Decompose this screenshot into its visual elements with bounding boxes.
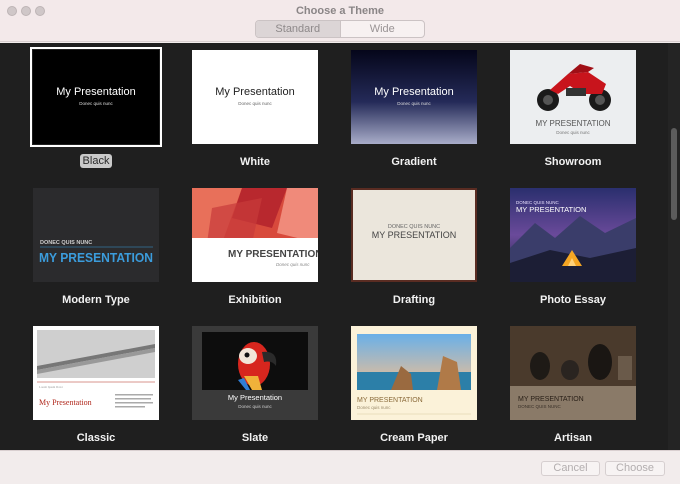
preview-title: MY PRESENTATION [357, 397, 423, 404]
title-bar: Choose a Theme Standard Wide [0, 0, 680, 42]
preview-title: My Presentation [215, 86, 294, 98]
bottom-bar: Cancel Choose [0, 450, 680, 484]
theme-label: Exhibition [228, 294, 282, 306]
scrollbar-thumb[interactable] [671, 128, 677, 220]
preview-subtitle: Donec quis nunc [357, 405, 391, 410]
theme-label: Gradient [391, 156, 437, 168]
theme-thumbnail[interactable]: DONEC QUIS NUNC MY PRESENTATION [510, 188, 636, 282]
preview-title: My Presentation [374, 86, 453, 98]
preview-title: MY PRESENTATION [518, 396, 584, 403]
window-title: Choose a Theme [295, 5, 385, 17]
theme-label: Modern Type [62, 294, 130, 306]
theme-thumbnail[interactable]: MY PRESENTATION Donec quis nunc [510, 50, 636, 144]
theme-thumbnail[interactable]: MY PRESENTATION Donec quis nunc [351, 326, 477, 420]
theme-thumbnail[interactable]: My Presentation Donec quis nunc [351, 50, 477, 144]
segment-standard[interactable]: Standard [256, 21, 341, 37]
preview-subtitle: Donec quis nunc [79, 101, 113, 106]
theme-label: Artisan [554, 432, 592, 444]
theme-grid: My Presentation Donec quis nunc Black My… [0, 43, 668, 450]
theme-thumbnail[interactable]: DONEC QUIS NUNC MY PRESENTATION [33, 188, 159, 282]
preview-subtitle: DONEC QUIS NUNC [518, 404, 562, 409]
theme-label: Slate [241, 432, 269, 444]
theme-label: White [240, 156, 270, 168]
theme-thumbnail[interactable]: MY PRESENTATION DONEC QUIS NUNC [510, 326, 636, 420]
theme-label: Photo Essay [539, 294, 607, 306]
vertical-scrollbar[interactable] [668, 43, 680, 450]
choose-button[interactable]: Choose [605, 461, 665, 476]
theme-thumbnail[interactable]: DONEC QUIS NUNC MY PRESENTATION [351, 188, 477, 282]
theme-label: Cream Paper [380, 432, 448, 444]
theme-label: Black [80, 154, 112, 168]
theme-thumbnail[interactable]: My Presentation Donec quis nunc [192, 50, 318, 144]
preview-title: My Presentation [39, 398, 92, 407]
preview-subtitle: Lorem Ipsum Dolor [39, 385, 63, 389]
preview-subtitle: Donec quis nunc [276, 262, 310, 267]
theme-chooser-window: Choose a Theme Standard Wide My Presenta… [0, 0, 680, 484]
preview-title: MY PRESENTATION [39, 251, 153, 265]
preview-subtitle: Donec quis nunc [397, 101, 431, 106]
theme-thumbnail[interactable]: My Presentation Donec quis nunc [192, 326, 318, 420]
preview-title: My Presentation [56, 86, 135, 98]
preview-title: MY PRESENTATION [516, 205, 586, 214]
theme-thumbnail[interactable]: Lorem Ipsum Dolor My Presentation [33, 326, 159, 420]
preview-subtitle: DONEC QUIS NUNC [40, 240, 92, 246]
preview-title: MY PRESENTATION [535, 119, 610, 128]
preview-title: MY PRESENTATION [228, 249, 318, 260]
theme-thumbnail[interactable]: My Presentation Donec quis nunc [30, 47, 162, 147]
preview-subtitle: Donec quis nunc [238, 404, 272, 409]
preview-title: My Presentation [228, 393, 282, 402]
size-segmented-control: Standard Wide [255, 20, 425, 38]
segment-wide[interactable]: Wide [341, 21, 425, 37]
preview-subtitle: Donec quis nunc [238, 101, 272, 106]
preview-subtitle: Donec quis nunc [556, 130, 590, 135]
theme-label: Showroom [544, 156, 602, 168]
theme-label: Classic [76, 432, 116, 444]
preview-title: MY PRESENTATION [372, 230, 457, 240]
cancel-button[interactable]: Cancel [541, 461, 600, 476]
theme-thumbnail[interactable]: MY PRESENTATION Donec quis nunc [192, 188, 318, 282]
theme-label: Drafting [392, 294, 436, 306]
